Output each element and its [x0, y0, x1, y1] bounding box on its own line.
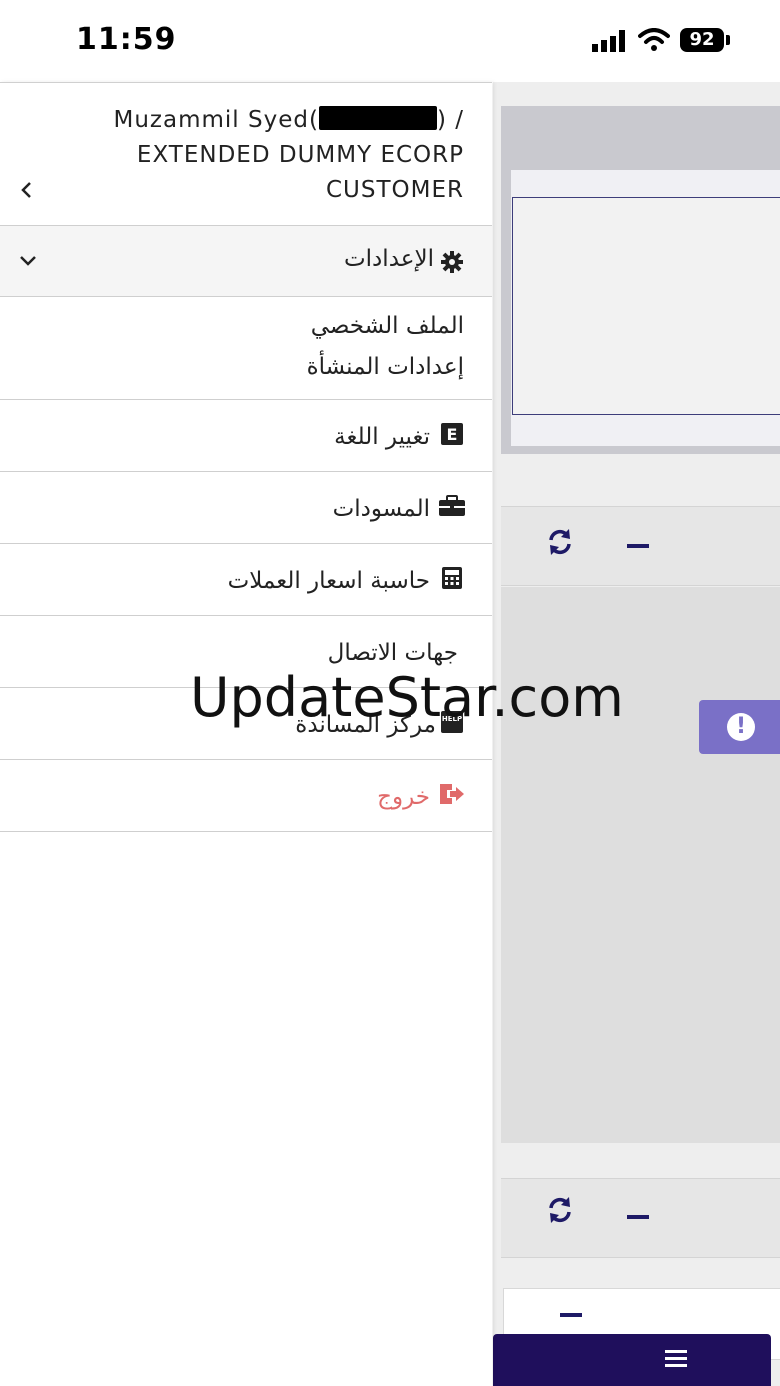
bottom-navigation-bar [493, 1334, 771, 1386]
settings-section-header[interactable]: الإعدادات [0, 226, 492, 297]
wifi-icon [638, 28, 670, 51]
navigation-drawer: Muzammil Syed( ) / EXTENDED DUMMY ECORP C… [0, 82, 492, 1386]
chevron-left-icon[interactable] [18, 179, 36, 201]
chevron-down-icon[interactable] [18, 252, 38, 268]
status-bar: 11:59 92 [0, 0, 780, 82]
redacted-id [318, 106, 437, 130]
company-line-2: CUSTOMER [325, 177, 464, 203]
background-toolbar [501, 506, 780, 586]
svg-text:HELP: HELP [442, 715, 462, 723]
exclamation-icon: ! [727, 713, 755, 741]
menu-item-help-center[interactable]: HELP مركز المساندة [0, 688, 492, 760]
settings-label: الإعدادات [344, 246, 434, 272]
language-icon: E [441, 423, 463, 445]
profile-link[interactable]: الملف الشخصي [311, 313, 464, 339]
svg-text:E: E [447, 425, 458, 444]
screen: 11:59 92 ! Muzammil Syed() / EXTENDED D… [0, 0, 780, 1386]
user-info: Muzammil Syed( ) / EXTENDED DUMMY ECORP C… [114, 103, 464, 208]
user-name-line: Muzammil Syed( ) / [114, 103, 464, 138]
battery-indicator: 92 [680, 28, 724, 52]
menu-item-drafts[interactable]: المسودات [0, 472, 492, 544]
calculator-icon [442, 567, 462, 589]
menu-item-currency-calculator[interactable]: حاسبة اسعار العملات [0, 544, 492, 616]
background-toolbar-2 [501, 1178, 780, 1258]
collapse-icon[interactable] [627, 1215, 649, 1219]
menu-icon[interactable] [665, 1350, 687, 1368]
drafts-label: المسودات [332, 496, 430, 522]
user-name: Muzammil Syed( [113, 107, 319, 133]
collapse-icon[interactable] [627, 544, 649, 548]
establishment-settings-link[interactable]: إعدادات المنشأة [307, 354, 464, 380]
logout-label: خروج [377, 784, 430, 810]
user-name-suffix: ) / [436, 107, 464, 133]
alert-button[interactable]: ! [699, 700, 780, 754]
cellular-signal-icon [592, 30, 625, 52]
briefcase-icon [439, 495, 465, 516]
background-app: ! [493, 82, 780, 1386]
refresh-icon[interactable] [545, 1195, 575, 1225]
menu-item-change-language[interactable]: E تغيير اللغة [0, 400, 492, 472]
background-input-box [512, 197, 780, 415]
help-center-label: مركز المساندة [295, 712, 436, 738]
refresh-icon[interactable] [545, 527, 575, 557]
help-icon: HELP [441, 711, 463, 733]
collapse-icon[interactable] [560, 1313, 582, 1317]
drawer-header: Muzammil Syed( ) / EXTENDED DUMMY ECORP C… [0, 83, 492, 226]
logout-icon [440, 784, 464, 804]
company-line-1: EXTENDED DUMMY ECORP [136, 142, 464, 168]
menu-item-logout[interactable]: خروج [0, 760, 492, 832]
battery-tip [726, 35, 730, 45]
background-content [501, 587, 780, 1143]
settings-subitems: الملف الشخصي إعدادات المنشأة [0, 297, 492, 400]
clock: 11:59 [76, 22, 177, 57]
contacts-label: جهات الاتصال [327, 640, 458, 666]
currency-calculator-label: حاسبة اسعار العملات [227, 568, 430, 594]
gear-icon [441, 251, 463, 273]
menu-item-contacts[interactable]: جهات الاتصال [0, 616, 492, 688]
change-language-label: تغيير اللغة [334, 424, 430, 450]
